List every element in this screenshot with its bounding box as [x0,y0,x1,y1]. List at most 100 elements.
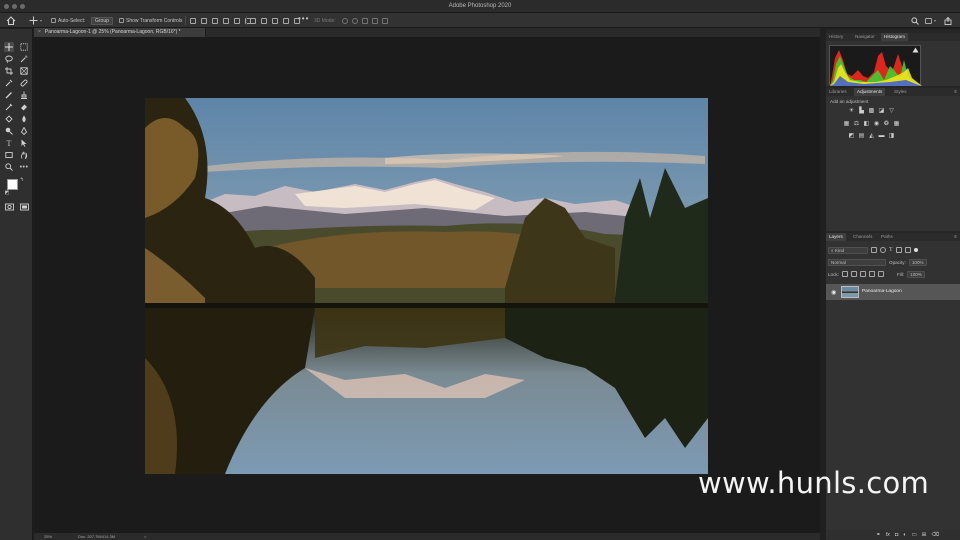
layer-mask-icon[interactable]: ◘ [895,532,898,538]
tab-paths[interactable]: Paths [878,233,896,241]
auto-select-target-dropdown[interactable]: Group [91,16,113,25]
3d-drag-icon[interactable] [362,17,368,24]
color-balance-icon[interactable]: ⚖ [853,120,860,127]
vibrance-icon[interactable]: ▽ [888,107,895,114]
lock-position-icon[interactable] [859,271,866,277]
lasso-tool-icon[interactable] [4,54,14,64]
workspace-icon[interactable]: ▾ [925,16,936,25]
history-brush-tool-icon[interactable] [4,102,14,112]
more-options-icon[interactable]: ••• [298,14,309,23]
selective-color-icon[interactable]: ◨ [888,132,895,139]
marquee-tool-icon[interactable] [19,42,29,52]
lock-all-icon[interactable] [877,271,884,277]
lock-transparency-icon[interactable] [841,271,848,277]
tab-navigator[interactable]: Navigator [852,33,878,41]
panel-menu-icon[interactable]: ≡ [954,234,957,240]
distribute-left-icon[interactable] [283,17,289,24]
crop-tool-icon[interactable] [4,66,14,76]
channel-mixer-icon[interactable]: ❂ [883,120,890,127]
dodge-tool-icon[interactable] [4,126,14,136]
quick-mask-icon[interactable] [4,202,14,212]
eraser-tool-icon[interactable] [19,102,29,112]
filter-shape-icon[interactable] [895,247,902,253]
3d-slide-icon[interactable] [372,17,378,24]
panel-menu-icon[interactable]: ≡ [954,89,957,95]
filter-adjustment-icon[interactable] [880,247,886,253]
move-tool-preset-icon[interactable]: ▾ [29,16,42,25]
gradient-map-icon[interactable]: ▬ [878,132,885,139]
filter-pixel-icon[interactable] [871,247,877,253]
zoom-tool-icon[interactable] [4,162,14,172]
threshold-icon[interactable]: ◭ [868,132,875,139]
layer-name[interactable]: Panoarma-Lagoon [862,289,902,294]
align-horizontal-center-icon[interactable] [234,17,240,24]
tab-layers[interactable]: Layers [826,233,846,241]
edit-toolbar-icon[interactable]: ••• [19,162,29,172]
exposure-icon[interactable]: ◪ [878,107,885,114]
rectangle-tool-icon[interactable] [4,150,14,160]
distribute-bottom-icon[interactable] [272,17,278,24]
distribute-vcenter-icon[interactable] [261,17,267,24]
show-transform-checkbox[interactable]: Show Transform Controls [119,16,182,25]
align-top-icon[interactable] [190,17,196,24]
home-icon[interactable] [6,16,16,25]
filter-type-icon[interactable]: T [889,247,893,253]
search-icon[interactable] [911,16,919,25]
hand-tool-icon[interactable] [19,150,29,160]
type-tool-icon[interactable]: T [4,138,14,148]
swap-colors-icon[interactable]: ↰ [19,177,25,183]
layer-kind-filter[interactable]: ⌕ Kind [828,246,868,254]
tab-histogram[interactable]: Histogram [881,33,908,41]
close-tab-icon[interactable]: × [38,29,41,35]
3d-orbit-icon[interactable] [342,17,348,24]
align-left-icon[interactable] [223,17,229,24]
layer-row[interactable]: ◉ Panoarma-Lagoon [826,284,960,300]
zoom-level[interactable]: 25% [44,534,52,539]
curves-icon[interactable]: ▩ [868,107,875,114]
move-tool-icon[interactable] [4,42,14,52]
tab-channels[interactable]: Channels [850,233,875,241]
document-tab[interactable]: × Panoarma-Lagoon-1 @ 25% (Panoarma-Lagoo… [34,28,206,37]
brightness-contrast-icon[interactable]: ☀ [848,107,855,114]
posterize-icon[interactable]: ▤ [858,132,865,139]
filter-toggle-icon[interactable] [913,248,918,252]
eyedropper-tool-icon[interactable] [4,78,14,88]
pen-tool-icon[interactable] [19,126,29,136]
lock-pixels-icon[interactable] [850,271,857,277]
frame-tool-icon[interactable] [19,66,29,76]
invert-icon[interactable]: ◩ [848,132,855,139]
filter-smart-object-icon[interactable] [904,247,911,253]
default-colors-icon[interactable]: ◩ [4,190,10,196]
new-layer-icon[interactable]: ⊞ [922,532,927,538]
magic-wand-tool-icon[interactable] [19,54,29,64]
photo-filter-icon[interactable]: ◉ [873,120,880,127]
tab-libraries[interactable]: Libraries [826,88,850,96]
path-selection-tool-icon[interactable] [19,138,29,148]
delete-layer-icon[interactable]: ⌫ [931,532,939,538]
opacity-input[interactable]: 100% [908,258,927,266]
screen-mode-icon[interactable] [19,202,29,212]
clone-stamp-tool-icon[interactable] [19,90,29,100]
tab-styles[interactable]: Styles [891,88,910,96]
lock-artboard-icon[interactable] [868,271,875,277]
distribute-top-icon[interactable] [250,17,256,24]
status-menu-arrow[interactable]: > [144,534,146,539]
eye-icon[interactable]: ◉ [831,289,836,296]
healing-brush-tool-icon[interactable] [19,78,29,88]
black-white-icon[interactable]: ◧ [863,120,870,127]
warning-icon[interactable] [912,47,919,55]
layer-effects-icon[interactable]: fx [886,532,890,538]
levels-icon[interactable]: ▙ [858,107,865,114]
fill-input[interactable]: 100% [907,270,925,278]
foreground-color-swatch[interactable] [7,179,18,190]
document-image[interactable] [145,98,708,474]
auto-select-checkbox[interactable]: Auto-Select: [51,16,85,25]
tab-adjustments[interactable]: Adjustments [854,88,886,96]
align-bottom-icon[interactable] [212,17,218,24]
hue-saturation-icon[interactable]: ▦ [843,120,850,127]
3d-scale-icon[interactable] [382,17,388,24]
link-layers-icon[interactable]: ⚭ [876,532,881,538]
color-lookup-icon[interactable]: ▦ [893,120,900,127]
blur-tool-icon[interactable] [19,114,29,124]
align-vertical-center-icon[interactable] [201,17,207,24]
